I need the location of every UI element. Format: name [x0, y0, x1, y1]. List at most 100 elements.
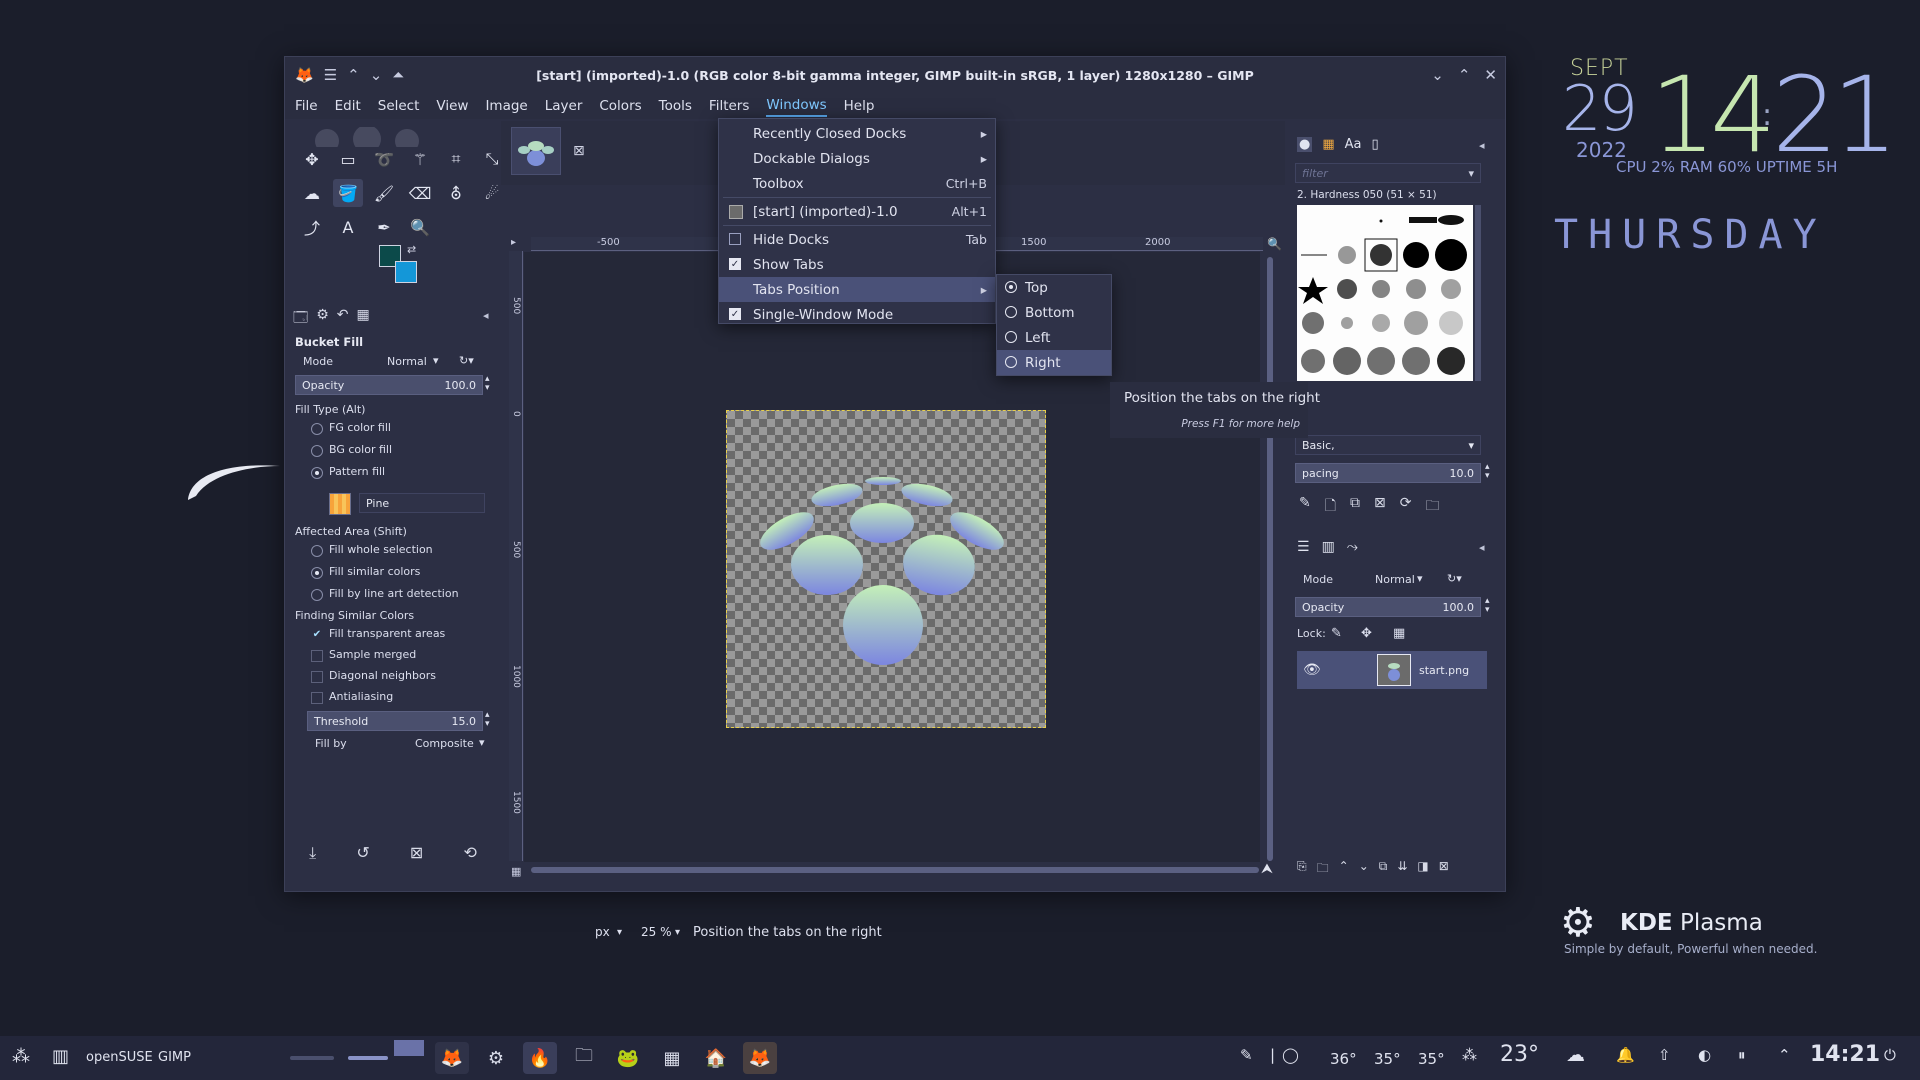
rect-select-tool-icon[interactable]: ▭ — [333, 145, 363, 173]
taskbar-office-icon[interactable]: ▦ — [655, 1042, 689, 1074]
taskbar-game-icon[interactable]: 🐸 — [611, 1042, 645, 1074]
mode-reset-icon[interactable]: ↻▾ — [459, 354, 474, 367]
spacing-slider[interactable]: pacing 10.0 — [1295, 463, 1481, 483]
delete-brush-icon[interactable]: ⊠ — [1374, 495, 1386, 519]
unit-select[interactable]: px — [595, 925, 610, 939]
mode-dropdown-icon[interactable]: ▾ — [433, 354, 439, 367]
antialiasing-checkbox[interactable] — [311, 692, 323, 704]
paths-tab-icon[interactable]: ⤳ — [1347, 539, 1358, 555]
bg-fill-radio[interactable] — [311, 445, 323, 457]
updates-icon[interactable]: ⇧ — [1658, 1046, 1671, 1064]
notifications-icon[interactable]: 🔔 — [1616, 1046, 1635, 1064]
warp-tool-icon[interactable]: ☁ — [297, 179, 327, 207]
fonts-tab-icon[interactable]: Aa — [1345, 137, 1362, 152]
opacity-slider[interactable]: Opacity 100.0 — [295, 375, 483, 395]
tabs-position-left[interactable]: Left — [997, 325, 1111, 350]
filter-dropdown-icon[interactable]: ▾ — [1468, 167, 1474, 180]
taskbar-firefox-icon[interactable]: 🔥 — [523, 1042, 557, 1074]
menu-windows[interactable]: Windows — [766, 95, 827, 117]
pager-desktop-2[interactable] — [348, 1056, 388, 1060]
sample-merged-checkbox[interactable] — [311, 650, 323, 662]
taskbar-files-icon[interactable]: 🗀 — [567, 1042, 601, 1074]
taskbar-settings-icon[interactable]: ⚙ — [479, 1042, 513, 1074]
patterns-tab-icon[interactable]: ▦ — [1322, 137, 1334, 152]
images-tab-icon[interactable]: ▦ — [356, 307, 369, 331]
eraser-tool-icon[interactable]: ⌫ — [405, 179, 435, 207]
fill-by-select[interactable]: Composite — [415, 737, 474, 750]
delete-options-icon[interactable]: ⊠ — [410, 843, 423, 863]
taskbar-clock[interactable]: 14:21 — [1810, 1042, 1880, 1067]
menu-colors[interactable]: Colors — [599, 96, 641, 116]
image-viewport[interactable] — [524, 252, 1260, 862]
brush-grid-scrollbar[interactable] — [1475, 205, 1481, 381]
lower-layer-icon[interactable]: ⌄ — [1359, 859, 1369, 880]
mode-select[interactable]: Normal — [387, 355, 427, 368]
tabs-position-top[interactable]: Top — [997, 275, 1111, 300]
pager-desktop-3[interactable] — [394, 1040, 424, 1056]
maximize-icon[interactable]: ⌃ — [1458, 66, 1471, 84]
fill-lineart-radio[interactable] — [311, 589, 323, 601]
undo-history-tab-icon[interactable]: ↶ — [337, 307, 349, 331]
tray-expand-icon[interactable]: ⌃ — [1778, 1046, 1791, 1064]
configure-tab-icon[interactable]: ◂ — [483, 309, 489, 322]
horizontal-scrollbar[interactable] — [531, 867, 1259, 873]
gimp-app-icon[interactable]: 🦊 — [295, 66, 314, 84]
menu-layer[interactable]: Layer — [545, 96, 583, 116]
layers-tab-icon[interactable]: ☰ — [1297, 539, 1310, 555]
diagonal-neighbors-checkbox[interactable] — [311, 671, 323, 683]
move-tool-icon[interactable]: ✥ — [297, 145, 327, 173]
shade-icon[interactable]: ⏶ — [392, 66, 404, 84]
bucket-fill-tool-icon[interactable]: 🪣 — [333, 179, 363, 207]
fill-by-dropdown-icon[interactable]: ▾ — [479, 736, 485, 749]
media-pause-icon[interactable]: ⏸ — [1738, 1046, 1746, 1064]
brush-preset-select[interactable]: Basic, ▾ — [1295, 435, 1481, 455]
gradients-tab-icon[interactable]: ▯ — [1372, 137, 1379, 152]
lock-alpha-icon[interactable]: ▦ — [1393, 626, 1405, 641]
menu-file[interactable]: File — [295, 96, 318, 116]
channels-tab-icon[interactable]: ▥ — [1322, 539, 1335, 555]
menu-view[interactable]: View — [436, 96, 468, 116]
threshold-spin-icon[interactable]: ▴ ▾ — [485, 711, 490, 729]
restore-options-icon[interactable]: ↺ — [356, 843, 369, 863]
night-color-icon[interactable]: ◐ — [1698, 1046, 1711, 1064]
tabs-position-bottom[interactable]: Bottom — [997, 300, 1111, 325]
zoom-dropdown-icon[interactable]: ▾ — [675, 927, 680, 938]
new-layer-group-icon[interactable]: 🗀 — [1317, 859, 1329, 880]
menu-item-dockable-dialogs[interactable]: Dockable Dialogs ▸ — [719, 146, 995, 171]
crop-tool-icon[interactable]: ⌗ — [441, 145, 471, 173]
tray-kdeconnect-icon[interactable]: ⁂ — [1462, 1046, 1477, 1064]
menu-edit[interactable]: Edit — [335, 96, 361, 116]
configure-tab-icon[interactable]: ◂ — [1479, 541, 1485, 554]
reset-options-icon[interactable]: ⟲ — [463, 843, 476, 863]
lasso-tool-icon[interactable]: ➰ — [369, 145, 399, 173]
window-menu-icon[interactable]: ☰ — [324, 66, 337, 84]
menu-item-recently-closed-docks[interactable]: Recently Closed Docks ▸ — [719, 121, 995, 146]
close-icon[interactable]: ✕ — [1484, 66, 1497, 84]
duplicate-brush-icon[interactable]: ⧉ — [1350, 495, 1360, 519]
zoom-to-fit-icon[interactable]: 🔍 — [1267, 237, 1282, 251]
power-icon[interactable]: ⏻ — [1884, 1046, 1896, 1064]
raise-layer-icon[interactable]: ⌃ — [1339, 859, 1349, 880]
fuzzy-select-tool-icon[interactable]: ⚚ — [405, 145, 435, 173]
taskbar-active-app[interactable]: GIMP — [158, 1050, 191, 1065]
window-titlebar[interactable]: 🦊 ☰ ⌃ ⌄ ⏶ [start] (imported)-1.0 (RGB co… — [285, 57, 1505, 93]
fg-fill-radio[interactable] — [311, 423, 323, 435]
zoom-select[interactable]: 25 % — [641, 925, 672, 939]
save-options-icon[interactable]: ⤓ — [309, 843, 316, 863]
lock-position-icon[interactable]: ✥ — [1361, 626, 1372, 641]
edit-brush-icon[interactable]: ✎ — [1299, 495, 1311, 519]
unit-dropdown-icon[interactable]: ▾ — [617, 927, 622, 938]
color-picker-tool-icon[interactable]: ✒ — [369, 213, 399, 241]
menu-item-tabs-position[interactable]: Tabs Position ▸ — [719, 277, 995, 302]
quick-mask-icon[interactable]: ▸ — [511, 237, 516, 248]
layers-mode-dropdown-icon[interactable]: ▾ — [1417, 572, 1423, 585]
vertical-scrollbar[interactable] — [1267, 257, 1273, 861]
layers-opacity-spin-icon[interactable]: ▴ ▾ — [1485, 597, 1490, 615]
keep-above-icon[interactable]: ⌃ — [347, 66, 360, 84]
layers-opacity-slider[interactable]: Opacity 100.0 — [1295, 597, 1481, 617]
pattern-fill-radio[interactable] — [311, 467, 323, 479]
brush-filter-input[interactable]: filter ▾ — [1295, 163, 1481, 183]
refresh-brushes-icon[interactable]: ⟳ — [1400, 495, 1412, 519]
background-color[interactable] — [395, 261, 417, 283]
taskbar-gimp-icon[interactable]: 🦊 — [435, 1042, 469, 1074]
